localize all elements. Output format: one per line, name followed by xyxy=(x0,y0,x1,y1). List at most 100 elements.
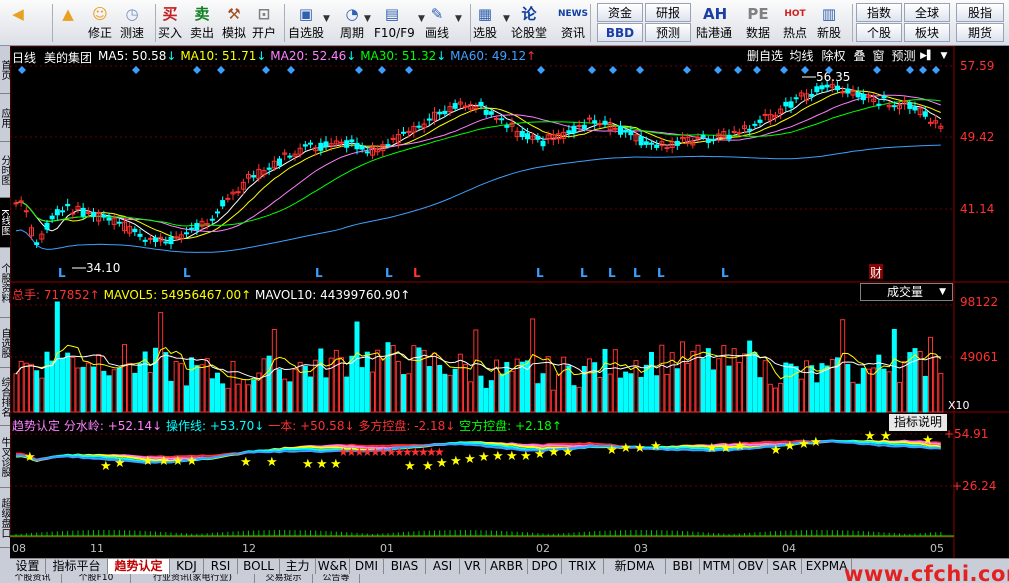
left-tab[interactable]: 牛叉诊股 xyxy=(0,426,10,488)
indicator-tab[interactable]: ASI xyxy=(426,559,460,575)
toolbar-clock-button[interactable]: ◷ 测速 xyxy=(114,2,150,44)
chevron-down-icon[interactable]: ▼ xyxy=(503,14,510,24)
toolbar-up-arrow-button[interactable]: ▲ xyxy=(50,2,86,44)
candle-body xyxy=(23,210,29,213)
toolbar-forum-button[interactable]: 论论股堂 xyxy=(511,2,547,44)
quick-button[interactable]: 股指 xyxy=(956,3,1004,22)
toolbar-buy-button[interactable]: 买买入 xyxy=(152,2,188,44)
quick-button[interactable]: 个股 xyxy=(856,23,902,42)
left-tab[interactable]: 分时图 xyxy=(0,142,10,198)
toolbar-news-button[interactable]: NEWS 资讯 xyxy=(555,2,591,44)
chevron-down-icon[interactable]: ▼ xyxy=(455,14,462,24)
volume-bar xyxy=(742,353,747,413)
indicator-tab[interactable]: W&R xyxy=(316,559,350,575)
volume-bar xyxy=(612,349,618,413)
kline-chart-area[interactable]: 57.59 49.42 41.14 98122 49061 X10 +54.91 +26.24… xyxy=(9,45,1009,583)
toolbar-ah-button[interactable]: AH 陆港通 xyxy=(696,2,732,44)
chart-header-button[interactable]: 除权 xyxy=(818,48,849,65)
indicator-explain-button[interactable]: 指标说明 xyxy=(889,414,947,431)
left-tab[interactable]: 超级盘口 xyxy=(0,488,10,548)
chevron-down-icon[interactable]: ▼ xyxy=(364,14,371,24)
toolbar-label: 开户 xyxy=(251,26,276,40)
indicator-tab[interactable]: 趋势认定 xyxy=(108,559,170,575)
volume-bar xyxy=(561,356,567,413)
left-tab[interactable]: 自选股 xyxy=(0,318,10,368)
volume-bar xyxy=(246,384,251,413)
indicator-tab[interactable]: OBV xyxy=(734,559,768,575)
quick-button[interactable]: 期货 xyxy=(956,23,1004,42)
toolbar-hot-button[interactable]: HOT 热点 xyxy=(777,2,813,44)
event-diamond-icon xyxy=(537,66,545,74)
candle-body xyxy=(116,221,122,224)
toolbar-back-arrow-button[interactable]: ◀ xyxy=(0,2,36,44)
info-value: 趋势认定 xyxy=(12,419,61,433)
toolbar-select-stock-button[interactable]: ▦ 选股 xyxy=(467,2,503,44)
chart-header-button[interactable]: 删自选 xyxy=(745,48,785,65)
volume-bar xyxy=(571,385,577,413)
toolbar-data-button[interactable]: PE 数据 xyxy=(740,2,776,44)
indicator-tab[interactable]: 指标平台 xyxy=(46,559,108,575)
chart-header-button[interactable]: 均线 xyxy=(787,48,816,65)
left-tab[interactable]: 综合排名 xyxy=(0,368,10,426)
indicator-tab[interactable]: BIAS xyxy=(384,559,426,575)
indicator-tab[interactable]: DMI xyxy=(350,559,384,575)
chart-header-button[interactable]: 窗 xyxy=(870,48,887,65)
indicator-header: 趋势认定 分水岭: +52.14↓ 操作线: +53.70↓ 一本: +50.5… xyxy=(12,417,562,434)
indicator-tab[interactable]: RSI xyxy=(204,559,238,575)
chart-canvas[interactable]: 57.59 49.42 41.14 98122 49061 X10 +54.91 +26.24… xyxy=(9,45,1009,583)
chevron-down-icon[interactable]: ▼ xyxy=(323,14,330,24)
toolbar-lock-button[interactable]: ⊡ 开户 xyxy=(246,2,282,44)
info-tab[interactable]: 公告等 xyxy=(313,574,360,583)
candle-body xyxy=(860,93,866,101)
candle-body xyxy=(912,106,918,111)
quick-button[interactable]: 板块 xyxy=(904,23,950,42)
quick-button[interactable]: 预测 xyxy=(645,23,691,42)
chevron-down-icon[interactable]: ▼ xyxy=(938,48,950,65)
indicator-tab[interactable]: BBI xyxy=(666,559,700,575)
chevron-down-icon[interactable]: ▼ xyxy=(418,14,425,24)
candle-body xyxy=(809,93,815,97)
quick-button[interactable]: BBD xyxy=(597,23,643,42)
volume-bar xyxy=(318,348,324,413)
indicator-tab[interactable]: TRIX xyxy=(562,559,604,575)
indicator-tab[interactable]: DPO xyxy=(528,559,562,575)
volume-bar xyxy=(705,348,711,413)
chart-header-button[interactable]: 叠 xyxy=(851,48,868,65)
indicator-tab[interactable]: 主力 xyxy=(280,559,316,575)
quick-button[interactable]: 研报 xyxy=(645,3,691,22)
indicator-tab[interactable]: BOLL xyxy=(238,559,280,575)
left-tab[interactable]: K线图 xyxy=(0,198,10,248)
toolbar-new-stock-button[interactable]: ▥ 新股 xyxy=(811,2,847,44)
info-tab[interactable]: 行业资讯(家电行业) xyxy=(131,574,255,583)
candle-body xyxy=(101,214,107,218)
split-toggle-icon[interactable]: ▶▌ xyxy=(920,48,934,65)
signal-star-icon: ★ xyxy=(24,450,36,465)
volume-bar xyxy=(49,360,55,413)
info-tab[interactable]: 个股F10 xyxy=(62,574,131,583)
info-tab[interactable]: 交易提示 xyxy=(255,574,313,583)
indicator-tab[interactable]: ARBR xyxy=(486,559,528,575)
volume-bar xyxy=(442,373,448,413)
indicator-tab[interactable]: VR xyxy=(460,559,486,575)
quick-button[interactable]: 资金 xyxy=(597,3,643,22)
indicator-tab[interactable]: SAR xyxy=(768,559,802,575)
chart-header-button[interactable]: 预测 xyxy=(889,48,918,65)
volume-indicator-dropdown[interactable]: 成交量 ▼ xyxy=(860,283,953,301)
left-tab[interactable]: 个股资料 xyxy=(0,248,10,318)
toolbar-separator xyxy=(155,4,156,42)
quick-button[interactable]: 全球 xyxy=(904,3,950,22)
toolbar-f10-button[interactable]: ▤ F10/F9 xyxy=(374,2,415,44)
toolbar-favorites-button[interactable]: ▣ 自选股 xyxy=(288,2,324,44)
left-tab[interactable]: 应用 xyxy=(0,94,10,142)
buy-signal-marker: L xyxy=(721,266,729,280)
indicator-tab[interactable]: 新DMA xyxy=(604,559,666,575)
info-tab[interactable]: 个股资讯 xyxy=(4,574,62,583)
toolbar-fix-button[interactable]: ☺ 修正 xyxy=(82,2,118,44)
indicator-tab[interactable]: MTM xyxy=(700,559,734,575)
indicator-tab[interactable]: KDJ xyxy=(170,559,204,575)
quick-button[interactable]: 指数 xyxy=(856,3,902,22)
toolbar-sell-button[interactable]: 卖卖出 xyxy=(184,2,220,44)
candle-body xyxy=(891,105,897,108)
indicator-tab[interactable]: 设置 xyxy=(10,559,46,575)
left-tab[interactable]: 首页 xyxy=(0,46,10,94)
